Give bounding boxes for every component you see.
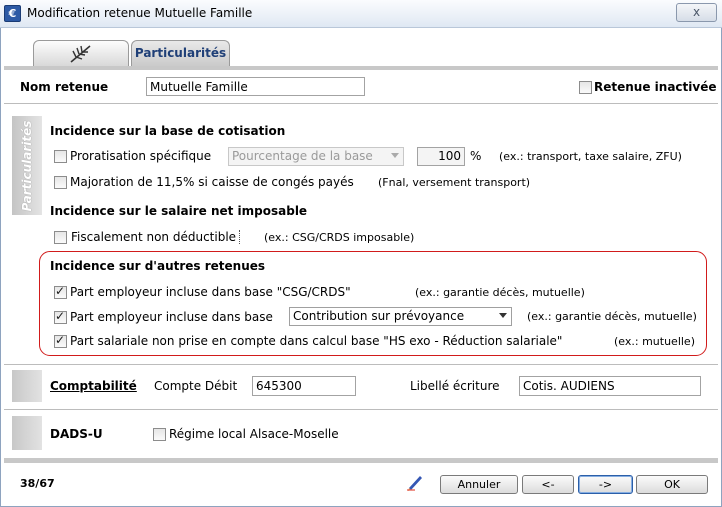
- nom-retenue-input[interactable]: [146, 77, 365, 96]
- part-employeur-hint: (ex.: garantie décès, mutuelle): [527, 310, 697, 323]
- proratisation-checkbox[interactable]: [54, 150, 67, 163]
- proratisation-label: Proratisation spécifique: [70, 149, 212, 163]
- retenue-inactivee-checkbox[interactable]: [579, 81, 592, 94]
- tab-underline: [4, 66, 718, 70]
- proratisation-select[interactable]: Pourcentage de la base: [228, 147, 404, 166]
- dadsu-title: DADS-U: [50, 427, 103, 441]
- chevron-down-icon: [391, 153, 399, 158]
- retenue-inactivee-label: Retenue inactivée: [594, 80, 717, 94]
- ok-button[interactable]: OK: [636, 475, 708, 494]
- compte-debit-input[interactable]: [252, 376, 356, 396]
- part-salariale-hint: (ex.: mutuelle): [614, 335, 695, 348]
- part-employeur-checkbox[interactable]: [54, 309, 67, 324]
- close-button[interactable]: x: [676, 3, 717, 22]
- record-counter: 38/67: [20, 477, 55, 490]
- next-button[interactable]: ->: [578, 475, 633, 494]
- dadsu-strip: [12, 416, 42, 450]
- libelle-ecriture-input[interactable]: [519, 376, 701, 396]
- footer-divider: [4, 458, 718, 463]
- fiscal-label: Fiscalement non déductible: [71, 230, 241, 244]
- base-select-value: Contribution sur prévoyance: [293, 309, 465, 323]
- feather-icon: [70, 45, 91, 63]
- proratisation-percent-input[interactable]: 100: [417, 147, 465, 166]
- part-employeur-label: Part employeur incluse dans base: [70, 310, 273, 324]
- fiscal-checkbox[interactable]: [54, 231, 67, 244]
- majoration-checkbox[interactable]: [54, 176, 67, 189]
- regime-alsace-label: Régime local Alsace-Moselle: [169, 427, 339, 441]
- csg-crds-hint: (ex.: garantie décès, mutuelle): [415, 286, 585, 299]
- autres-retenues-title: Incidence sur d'autres retenues: [50, 259, 266, 273]
- libelle-ecriture-label: Libellé écriture: [410, 379, 500, 393]
- sidebar-label: Particularités: [20, 120, 34, 211]
- annuler-button[interactable]: Annuler: [440, 475, 518, 494]
- salaire-net-title: Incidence sur le salaire net imposable: [50, 204, 308, 218]
- previous-button[interactable]: <-: [522, 475, 574, 494]
- percent-sign: %: [470, 149, 482, 163]
- comptabilite-link[interactable]: Comptabilité: [50, 379, 137, 393]
- compte-debit-label: Compte Débit: [154, 379, 238, 393]
- tab-general[interactable]: [33, 40, 129, 67]
- tab-particularites[interactable]: Particularités: [131, 40, 230, 67]
- chevron-down-icon: [499, 313, 507, 318]
- app-icon: €: [4, 5, 21, 22]
- pencil-icon[interactable]: [405, 473, 425, 494]
- csg-crds-checkbox[interactable]: [54, 284, 67, 299]
- window-title: Modification retenue Mutuelle Famille: [27, 6, 253, 20]
- base-cotisation-title: Incidence sur la base de cotisation: [50, 124, 286, 138]
- separator: [4, 409, 718, 410]
- majoration-hint: (Fnal, versement transport): [378, 176, 531, 189]
- part-salariale-label: Part salariale non prise en compte dans …: [70, 334, 563, 348]
- csg-crds-label: Part employeur incluse dans base "CSG/CR…: [70, 285, 351, 299]
- part-salariale-checkbox[interactable]: [54, 333, 67, 348]
- nom-retenue-label: Nom retenue: [20, 80, 109, 94]
- regime-alsace-checkbox[interactable]: [153, 428, 166, 441]
- majoration-label: Majoration de 11,5% si caisse de congés …: [70, 175, 354, 189]
- proratisation-select-value: Pourcentage de la base: [232, 149, 373, 163]
- fiscal-hint: (ex.: CSG/CRDS imposable): [264, 231, 415, 244]
- separator: [4, 364, 718, 365]
- base-select[interactable]: Contribution sur prévoyance: [289, 307, 512, 326]
- proratisation-hint: (ex.: transport, taxe salaire, ZFU): [499, 150, 682, 163]
- comptabilite-strip: [12, 370, 42, 402]
- separator: [4, 103, 718, 104]
